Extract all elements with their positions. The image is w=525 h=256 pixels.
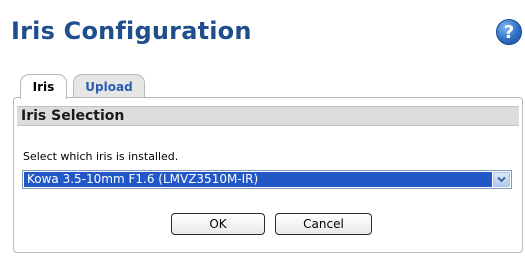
page-title: Iris Configuration [11, 17, 252, 45]
question-mark-icon[interactable]: ? [496, 19, 522, 45]
help-glyph: ? [503, 21, 515, 43]
section-header: Iris Selection [17, 106, 519, 126]
ok-button[interactable]: OK [171, 213, 265, 235]
instruction-text: Select which iris is installed. [23, 150, 179, 163]
chevron-down-icon[interactable] [493, 172, 510, 187]
iris-select-value: Kowa 3.5-10mm F1.6 (LMVZ3510M-IR) [24, 172, 492, 187]
tab-iris[interactable]: Iris [20, 74, 67, 99]
iris-select[interactable]: Kowa 3.5-10mm F1.6 (LMVZ3510M-IR) [22, 170, 512, 189]
tab-upload[interactable]: Upload [73, 74, 145, 98]
iris-panel: Iris Selection Select which iris is inst… [13, 97, 523, 253]
cancel-button[interactable]: Cancel [275, 213, 372, 235]
